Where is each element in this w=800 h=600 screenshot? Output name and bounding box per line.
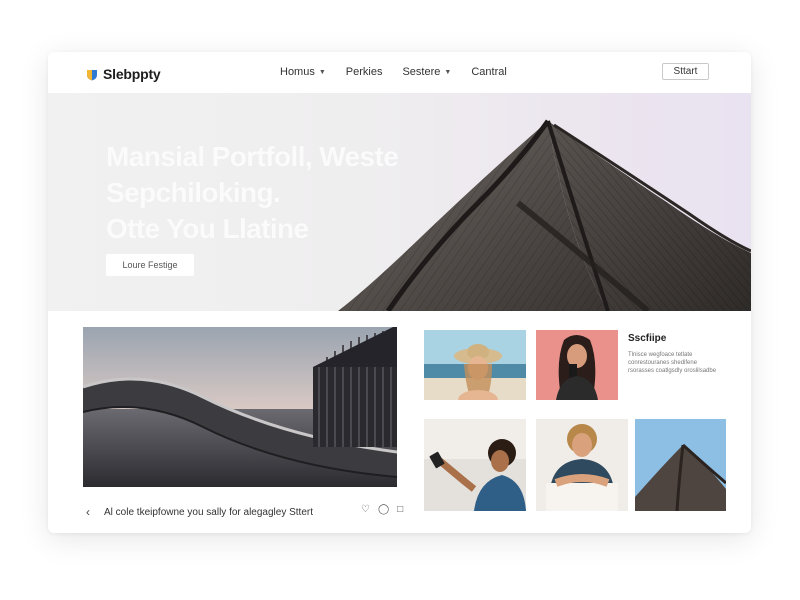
back-arrow-icon[interactable]: ‹ xyxy=(86,505,100,519)
feature-caption: ‹ Al cole tkeipfowne you sally for alega… xyxy=(86,504,400,520)
main-nav: Homus ▼ Perkies Sestere ▼ Cantral xyxy=(280,66,507,78)
nav-item-label: Homus xyxy=(280,66,315,78)
nav-item-sestere[interactable]: Sestere ▼ xyxy=(402,66,451,78)
chevron-down-icon: ▼ xyxy=(444,68,452,76)
thumb-pink-portrait[interactable] xyxy=(536,330,618,400)
side-title: Sscfiipe xyxy=(628,333,667,344)
thumb-phone-man[interactable] xyxy=(424,419,526,511)
heart-icon[interactable]: ♡ xyxy=(361,504,370,515)
feature-image[interactable] xyxy=(83,327,397,487)
start-button[interactable]: Sttart xyxy=(662,63,709,80)
thumb-roof[interactable] xyxy=(635,419,726,511)
chevron-down-icon: ▼ xyxy=(318,68,326,76)
architecture-photo xyxy=(83,327,397,487)
hero-line-1: Mansial Portfoll, Weste xyxy=(106,141,399,172)
share-icon[interactable]: □ xyxy=(397,504,403,515)
nav-item-homus[interactable]: Homus ▼ xyxy=(280,66,326,78)
brand-logo[interactable]: Slebppty xyxy=(86,66,161,82)
comment-icon[interactable]: ◯ xyxy=(378,504,389,515)
nav-item-label: Perkies xyxy=(345,66,383,78)
hero-line-3: Otte You Llatine xyxy=(106,213,309,244)
nav-item-perkies[interactable]: Perkies xyxy=(346,66,383,78)
brand-name: Slebppty xyxy=(103,66,161,82)
caption-actions: ♡ ◯ □ xyxy=(361,504,403,515)
top-header: Slebppty Homus ▼ Perkies Sestere ▼ Cantr… xyxy=(48,52,751,93)
hero-cta-button[interactable]: Loure Festige xyxy=(106,254,194,276)
hero-line-2: Sepchiloking. xyxy=(106,177,281,208)
portfolio-window: Slebppty Homus ▼ Perkies Sestere ▼ Cantr… xyxy=(48,52,751,533)
hero-banner: Mansial Portfoll, Weste Sepchiloking. Ot… xyxy=(48,93,751,311)
side-description: Tlnisce wegfoace tetlate conrestouranes … xyxy=(628,352,717,374)
nav-item-label: Cantral xyxy=(471,66,507,78)
nav-item-cantral[interactable]: Cantral xyxy=(471,66,506,78)
logo-shield-icon xyxy=(86,68,98,81)
thumb-curly-woman[interactable] xyxy=(536,419,628,511)
caption-text: Al cole tkeipfowne you sally for alegagl… xyxy=(104,506,313,518)
nav-item-label: Sestere xyxy=(402,66,441,78)
thumb-beach-hat[interactable] xyxy=(424,330,526,400)
hero-headline: Mansial Portfoll, Weste Sepchiloking. Ot… xyxy=(106,139,399,247)
